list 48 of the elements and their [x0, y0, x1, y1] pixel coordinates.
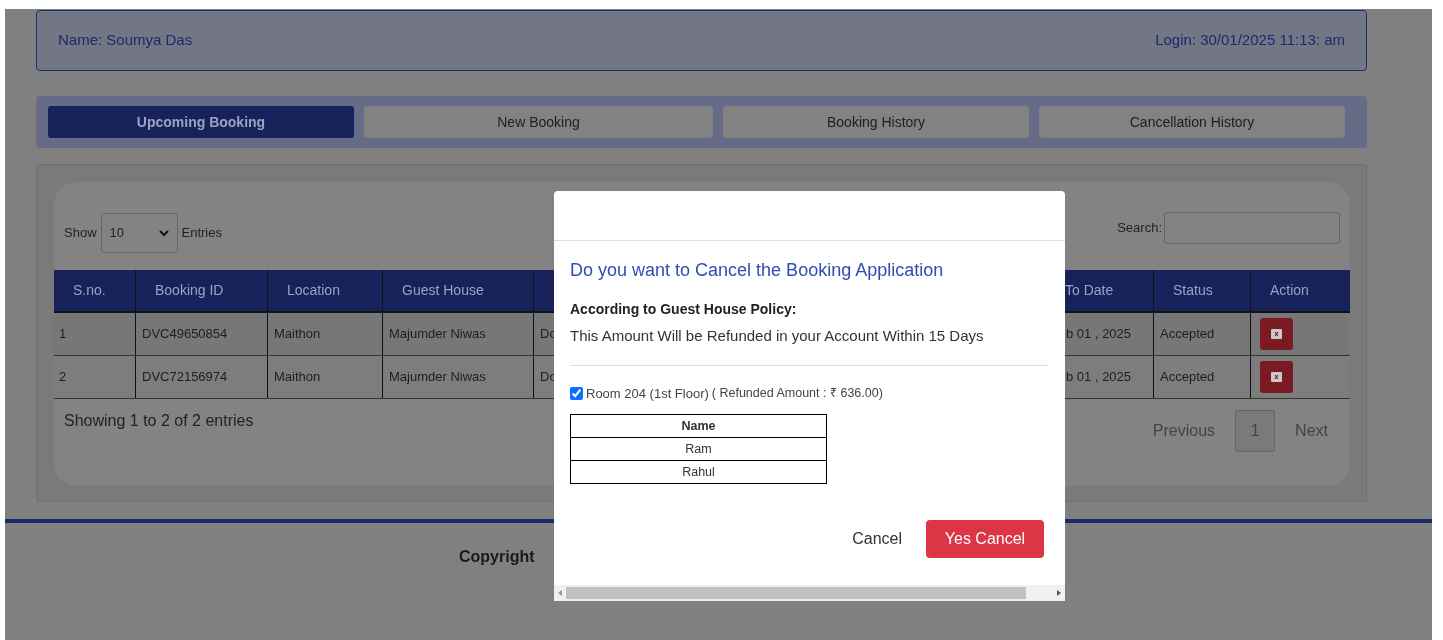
search-label: Search:	[1117, 219, 1162, 238]
table-cell: Majumder Niwas	[383, 356, 534, 398]
login-time: Login: 30/01/2025 11:13: am	[1155, 30, 1345, 51]
table-header-cell: Name	[570, 414, 827, 438]
table-cell: Ram	[570, 437, 827, 461]
show-label: Show	[64, 224, 97, 243]
policy-text: This Amount Will be Refunded in your Account Within 15 Days	[570, 326, 985, 346]
copyright-text: Copyright	[459, 548, 535, 565]
confirm-cancel-button[interactable]: Yes Cancel	[926, 520, 1044, 558]
delete-button[interactable]	[1260, 318, 1293, 350]
scroll-right-icon	[1055, 589, 1063, 597]
table-cell: DVC72156974	[136, 356, 268, 398]
table-cell: Accepted	[1154, 313, 1251, 355]
room-checkbox[interactable]	[570, 386, 583, 400]
table-cell: 1	[54, 313, 136, 355]
tab[interactable]: Booking History	[723, 106, 1029, 138]
table-cell: Maithon	[268, 356, 383, 398]
chevron-down-icon	[158, 229, 169, 237]
table-info: Showing 1 to 2 of 2 entries	[64, 411, 254, 431]
scroll-left-icon	[556, 589, 564, 597]
search-field[interactable]	[1164, 212, 1340, 244]
table-cell: 2	[54, 356, 136, 398]
user-name: Name: Soumya Das	[58, 30, 193, 51]
table-cell: Maithon	[268, 313, 383, 355]
table-cell: Rahul	[570, 460, 827, 484]
horizontal-scrollbar[interactable]	[554, 585, 1065, 601]
table-cell: DVC49650854	[136, 313, 268, 355]
column-header: S.no.	[54, 270, 136, 311]
column-header: Location	[268, 270, 383, 311]
table-cell: Accepted	[1154, 356, 1251, 398]
page-size-select[interactable]: 10	[100, 213, 178, 253]
close-icon	[1271, 372, 1282, 382]
tab[interactable]: Cancellation History	[1039, 106, 1345, 138]
tab[interactable]: New Booking	[364, 106, 713, 138]
column-header: Action	[1269, 281, 1310, 300]
close-icon	[1271, 329, 1282, 339]
next-link[interactable]: Next	[1295, 419, 1328, 443]
entries-label: Entries	[181, 224, 222, 243]
scrollbar-thumb[interactable]	[566, 587, 1026, 599]
column-header: Guest House	[383, 270, 534, 311]
column-header: Status	[1154, 270, 1251, 311]
tab[interactable]: Upcoming Booking	[48, 106, 354, 138]
table-cell: Majumder Niwas	[383, 313, 534, 355]
previous-link[interactable]: Previous	[1152, 419, 1216, 443]
cancel-button[interactable]: Cancel	[852, 527, 902, 551]
column-header: Booking ID	[136, 270, 268, 311]
delete-button[interactable]	[1260, 361, 1293, 393]
dialog-title: Do you want to Cancel the Booking Application	[570, 259, 945, 282]
